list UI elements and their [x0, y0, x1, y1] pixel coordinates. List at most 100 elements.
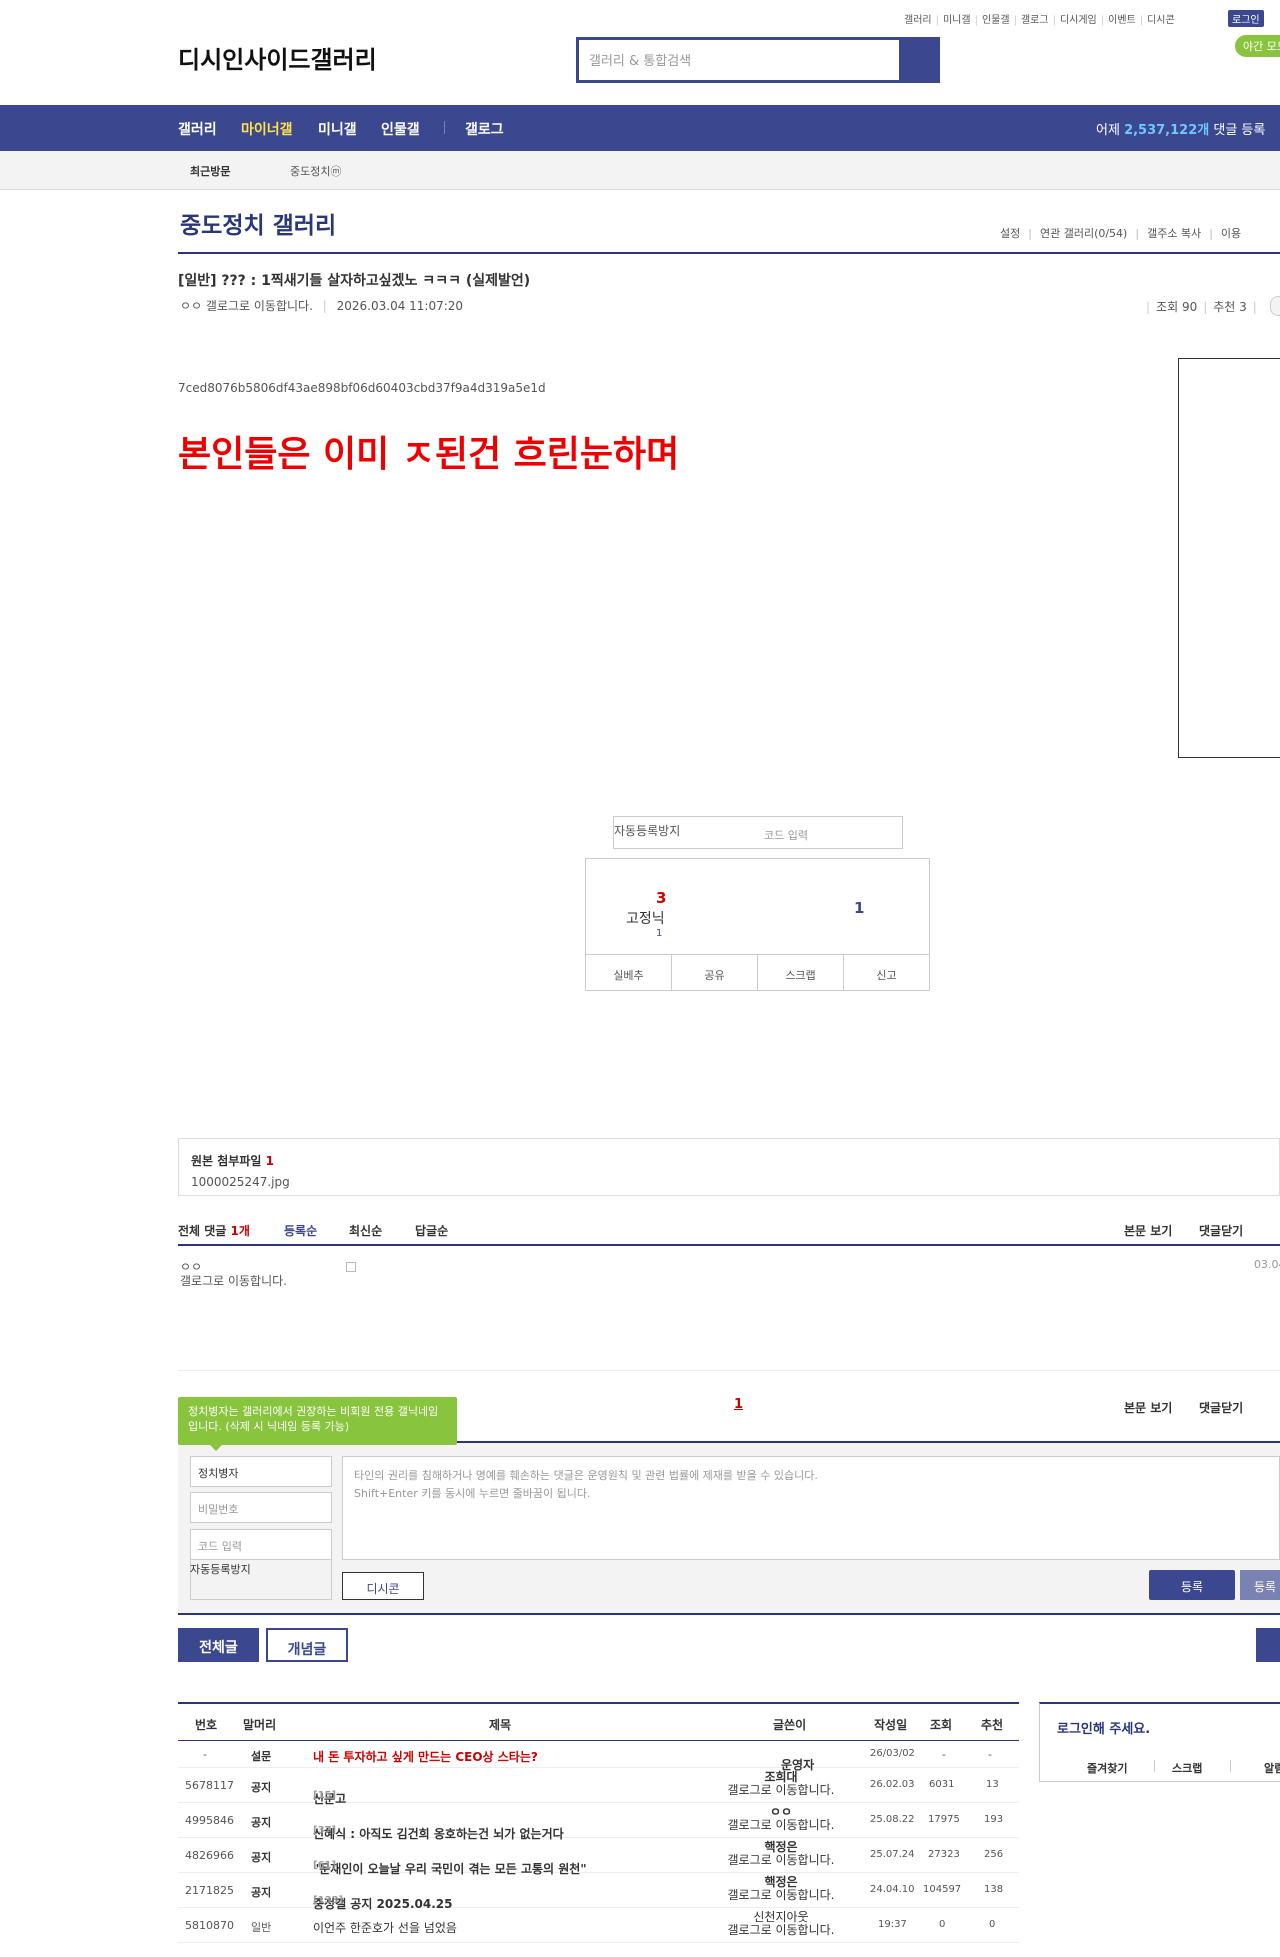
close-comments-link-bottom[interactable]: 댓글닫기: [1199, 1399, 1243, 1416]
code-field[interactable]: 코드 입력: [190, 1529, 332, 1560]
favorites-link[interactable]: 즐겨찾기: [1087, 1760, 1127, 1776]
nav-minorgal[interactable]: 마이너갤: [241, 119, 293, 139]
close-comments-link[interactable]: 댓글닫기: [1199, 1222, 1243, 1239]
nav-gallery[interactable]: 갤러리: [178, 119, 217, 139]
login-button[interactable]: 로그인: [1228, 10, 1264, 27]
row-views: 104597: [923, 1884, 962, 1895]
main-nav: 갤러리 마이너갤 미니갤 인물갤 갤로그 어제 2,537,122개 댓글 등록: [0, 105, 1280, 151]
notification-link[interactable]: 알림: [1264, 1760, 1280, 1776]
view-body-link[interactable]: 본문 보기: [1124, 1222, 1172, 1239]
gallog-icon[interactable]: 갤로그로 이동합니다.: [716, 1854, 846, 1867]
top-menu-gallog[interactable]: 갤로그: [1021, 15, 1049, 26]
scrap-link[interactable]: 스크랩: [1172, 1760, 1202, 1776]
row-reply-count: [61]: [313, 1860, 337, 1871]
tab-all-posts[interactable]: 전체글: [178, 1628, 259, 1662]
col-head: 말머리: [243, 1718, 277, 1732]
password-field[interactable]: 비밀번호: [190, 1492, 332, 1523]
captcha-image: 자동등록방지: [614, 824, 681, 838]
share-button[interactable]: 공유: [672, 955, 758, 990]
row-date: 25.07.24: [870, 1849, 915, 1860]
downvote-count[interactable]: 1: [854, 899, 864, 917]
top-menu-minigal[interactable]: 미니갤: [943, 15, 971, 26]
row-views: 6031: [929, 1779, 955, 1790]
post-author[interactable]: ㅇㅇ: [180, 299, 202, 313]
report-button[interactable]: 신고: [844, 955, 929, 990]
attachment-file[interactable]: 1000025247.jpg: [191, 1175, 1267, 1189]
row-no: 5810870: [185, 1919, 234, 1932]
search-input[interactable]: 갤러리 & 통합검색: [579, 40, 899, 80]
login-prompt[interactable]: 로그인해 주세요.: [1057, 1718, 1150, 1737]
form-bottom-divider: [178, 1613, 1280, 1615]
gallog-icon[interactable]: 갤로그로 이동합니다.: [716, 1819, 846, 1832]
top-menu-event[interactable]: 이벤트: [1108, 15, 1136, 26]
dccon-button[interactable]: 디시콘: [342, 1572, 424, 1600]
row-title[interactable]: 이언주 한준호가 선을 넘었음: [313, 1919, 457, 1936]
row-head: 설문: [251, 1750, 272, 1763]
site-logo[interactable]: 디시인사이드갤러리: [178, 40, 377, 75]
post-image[interactable]: 7ced8076b5806df43ae898bf06d60403cbd37f9a…: [178, 381, 546, 395]
row-reply-count: [133]: [313, 1895, 344, 1906]
row-writer: ㅇㅇ 갤로그로 이동합니다.: [716, 1806, 846, 1832]
more-icon[interactable]: [1270, 296, 1280, 316]
comment-total-label: 전체 댓글: [178, 1224, 227, 1238]
sort-reply[interactable]: 답글순: [415, 1222, 448, 1239]
title-divider: [178, 252, 1280, 254]
post-views: 조회 90: [1156, 300, 1198, 314]
post-list: 번호 말머리 제목 글쓴이 작성일 조회 추천 - 설문 내 돈 투자하고 싶게…: [178, 1702, 1019, 1943]
submit-comment-alt-button[interactable]: 등록: [1240, 1570, 1280, 1600]
row-no: 2171825: [185, 1884, 234, 1897]
col-date: 작성일: [874, 1718, 908, 1732]
recent-visit-item[interactable]: 중도정치ⓜ: [290, 163, 341, 179]
top-menu-dccon[interactable]: 디시콘: [1147, 15, 1175, 26]
view-body-link-bottom[interactable]: 본문 보기: [1124, 1399, 1172, 1416]
top-menu-persongal[interactable]: 인물갤: [982, 15, 1010, 26]
row-rec: 256: [984, 1849, 1004, 1860]
table-row[interactable]: - 설문 내 돈 투자하고 싶게 만드는 CEO상 스타는? 운영자 26/03…: [178, 1741, 1019, 1772]
gallog-icon[interactable]: 갤로그로 이동합니다.: [206, 299, 313, 313]
sort-latest[interactable]: 최신순: [349, 1222, 382, 1239]
row-views: 0: [939, 1919, 946, 1930]
captcha-input[interactable]: 코드 입력: [764, 827, 808, 843]
submit-comment-button[interactable]: 등록: [1149, 1570, 1235, 1600]
usage-link[interactable]: 이용: [1221, 227, 1241, 240]
table-row[interactable]: 4826966 공지 "문재인이 오늘날 우리 국민이 겪는 모든 고통의 원천…: [178, 1838, 1019, 1876]
comment-author[interactable]: ㅇㅇ: [180, 1258, 310, 1275]
copy-address-link[interactable]: 갤주소 복사: [1147, 227, 1201, 240]
night-mode-toggle[interactable]: 야간 모드: [1235, 35, 1280, 57]
row-head: 공지: [251, 1781, 272, 1794]
comment-textarea[interactable]: 타인의 권리를 침해하거나 명예를 훼손하는 댓글은 운영원칙 및 관련 법률에…: [342, 1456, 1280, 1560]
comment-total: 전체 댓글 1개: [178, 1222, 250, 1239]
nickname-field[interactable]: 정치병자: [190, 1456, 332, 1487]
settings-link[interactable]: 설정: [1000, 227, 1020, 240]
sort-registered[interactable]: 등록순: [284, 1222, 317, 1239]
side-ad[interactable]: [1178, 358, 1280, 758]
write-button[interactable]: [1256, 1628, 1280, 1662]
top-menu-dcgame[interactable]: 디시게임: [1060, 15, 1097, 26]
table-row[interactable]: 5810870 일반 이언주 한준호가 선을 넘었음 신천지아웃 갤로그로 이동합…: [178, 1908, 1019, 1943]
top-menu: 갤러리 | 미니갤 | 인물갤 | 갤로그 | 디시게임 | 이벤트 | 디시콘: [904, 15, 1175, 26]
post-counts: | 조회 90 | 추천 3 |: [1146, 300, 1257, 314]
best-recommend-button[interactable]: 실베추: [586, 955, 672, 990]
related-gallery-link[interactable]: 연관 갤러리(0/54): [1040, 227, 1127, 240]
search-icon[interactable]: [899, 40, 937, 80]
scrap-button[interactable]: 스크랩: [758, 955, 844, 990]
tab-concept-posts[interactable]: 개념글: [266, 1628, 348, 1662]
comment-page-1[interactable]: 1: [734, 1397, 743, 1412]
comment-gallog-icon[interactable]: 갤로그로 이동합니다.: [180, 1275, 310, 1288]
gallog-icon[interactable]: 갤로그로 이동합니다.: [716, 1924, 846, 1937]
row-reply-count: [37]: [313, 1825, 337, 1836]
nav-gallog[interactable]: 갤로그: [465, 119, 504, 139]
gallery-title[interactable]: 중도정치 갤러리: [180, 206, 336, 240]
table-row[interactable]: 4995846 공지 신혜식 : 아직도 김건희 옹호하는건 뇌가 없는거다 […: [178, 1803, 1019, 1841]
nav-persongal[interactable]: 인물갤: [381, 119, 420, 139]
gallog-icon[interactable]: 갤로그로 이동합니다.: [716, 1784, 846, 1797]
nav-minigal[interactable]: 미니갤: [318, 119, 357, 139]
upvote-count[interactable]: 3: [656, 889, 666, 907]
table-row[interactable]: 2171825 공지 중정갤 공지 2025.04.25 [133] 핵정은 갤로…: [178, 1873, 1019, 1911]
table-row[interactable]: 5678117 공지 신문고 [15] 조희대 갤로그로 이동합니다. 26.02…: [178, 1768, 1019, 1806]
top-menu-gallery[interactable]: 갤러리: [904, 15, 932, 26]
gallog-icon[interactable]: 갤로그로 이동합니다.: [716, 1889, 846, 1902]
row-title[interactable]: 내 돈 투자하고 싶게 만드는 CEO상 스타는?: [313, 1748, 538, 1765]
post-body-text: 본인들은 이미 ㅈ된건 흐린눈하며: [178, 434, 680, 475]
post-meta: ㅇㅇ 갤로그로 이동합니다. | 2026.03.04 11:07:20: [180, 299, 464, 313]
